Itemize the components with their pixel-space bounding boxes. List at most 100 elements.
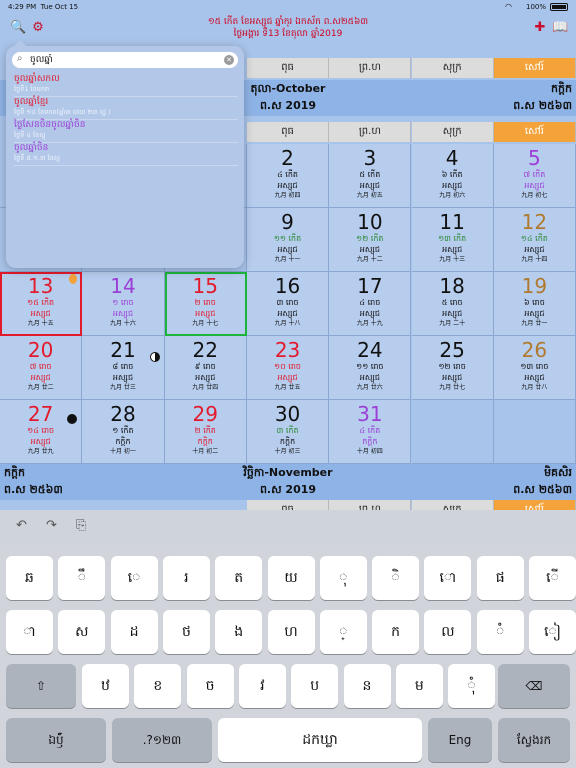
key[interactable]: ឆ <box>6 556 53 600</box>
day-cell[interactable]: 4៦ កើត អស្សុជ 九月 初六 <box>411 144 494 208</box>
key[interactable]: ើ <box>529 556 576 600</box>
day-cell[interactable]: 30 ៣ កើត កក្ដិក 十月 初三 <box>246 400 330 464</box>
key[interactable]: ស <box>58 610 106 654</box>
search-doc-icon[interactable]: 🔍 <box>10 20 26 36</box>
day-cell[interactable]: 23 ១០ រោច អស្សុជ 九月 廿五 <box>246 336 330 400</box>
key[interactable]: ថ <box>162 610 210 654</box>
redo-icon[interactable]: ↷ <box>46 518 57 533</box>
day-cell[interactable]: 15 ២ រោច អស្សុជ 九月 十七 <box>164 272 247 336</box>
search-result-item[interactable]: ថ្ងៃសែនចិនចូលឆ្នាំចិន ថ្ងៃទី ៤ ខែស្ពុ <box>14 120 238 143</box>
shift-key[interactable]: ⇧ <box>6 664 76 708</box>
day-cell[interactable]: 16 ៣ រោច អស្សុជ 九月 十八 <box>246 272 330 336</box>
day-cell[interactable]: 9 ១១ កើត អស្សុជ 九月 十一 <box>246 208 330 272</box>
chinese-date: 九月 十五 <box>27 320 54 327</box>
clear-search-icon[interactable]: ✕ <box>224 55 234 65</box>
gear-icon[interactable]: ⚙ <box>30 20 46 36</box>
backspace-key[interactable]: ⌫ <box>498 664 570 708</box>
key[interactable]: ន <box>343 664 391 708</box>
day-cell[interactable]: 11 ១៣ កើត អស្សុជ 九月 十三 <box>411 208 494 272</box>
day-cell[interactable]: 22 ៩ រោច អស្សុជ 九月 廿四 <box>164 336 247 400</box>
day-cell[interactable]: 18 ៥ រោច អស្សុជ 九月 二十 <box>411 272 494 336</box>
key[interactable]: ង <box>215 610 263 654</box>
day-cell[interactable]: 17 ៤ រោច អស្សុជ 九月 十九 <box>329 272 412 336</box>
day-cell[interactable]: 12 ១៤ កើត អស្សុជ 九月 十四 <box>493 208 576 272</box>
key[interactable]: ំ <box>476 610 524 654</box>
search-popover: ⌕ ✕ ចូលឆ្នាំសកលថ្ងៃទី1 ខែមករាចូលឆ្នាំខ្ម… <box>6 40 244 268</box>
november-prev-lunar-month: កក្ដិក <box>4 466 25 479</box>
lunar-day: ៥ រោច <box>441 298 463 307</box>
day-cell[interactable]: 5៧ កើត អស្សុជ 九月 初七 <box>493 144 576 208</box>
book-icon[interactable]: 📖 <box>552 20 568 36</box>
key[interactable]: ល <box>424 610 472 654</box>
battery-percent: 100% <box>525 3 546 11</box>
weekday-label: ពុធ <box>246 122 330 142</box>
key[interactable]: ុ <box>319 556 367 600</box>
search-result-item[interactable]: ចូលឆ្នាំសកល ថ្ងៃទី1 ខែមករា <box>14 74 238 97</box>
key[interactable]: ច <box>186 664 234 708</box>
key[interactable]: យ <box>267 556 315 600</box>
lunar-day: ១៣ រោច <box>520 362 549 371</box>
key[interactable]: ម <box>395 664 443 708</box>
day-cell[interactable]: 26 ១៣ រោច អស្សុជ 九月 廿八 <box>493 336 576 400</box>
day-cell[interactable]: 14 ១ រោច អស្សុជ 九月 十六 <box>82 272 165 336</box>
key[interactable]: រ <box>162 556 210 600</box>
chinese-date: 九月 十三 <box>439 256 466 263</box>
day-number: 31 <box>357 402 383 426</box>
key[interactable]: ិ <box>372 556 420 600</box>
lunar-month: អស្សុជ <box>442 373 463 382</box>
key[interactable]: ្ <box>319 610 367 654</box>
day-number: 30 <box>274 402 301 426</box>
day-cell[interactable]: 19 ៦ រោច អស្សុជ 九月 廿一 <box>493 272 576 336</box>
key[interactable]: ក <box>372 610 420 654</box>
undo-icon[interactable]: ↶ <box>16 518 27 533</box>
day-cell[interactable]: 28 ១ កើត កក្ដិក 十月 初一 <box>82 400 165 464</box>
key[interactable]: ដ <box>110 610 158 654</box>
day-cell[interactable]: 21 ៨ រោច អស្សុជ 九月 廿三 <box>82 336 165 400</box>
key[interactable]: ុំ <box>448 664 496 708</box>
day-cell[interactable]: 2៤ កើត អស្សុជ 九月 初四 <box>246 144 330 208</box>
day-cell[interactable]: 20 ៧ រោច អស្សុជ 九月 廿二 <box>0 336 83 400</box>
numbers-key[interactable]: .?១២៣ <box>112 718 212 762</box>
search-result-item[interactable]: ចូលឆ្នាំខ្មែរ ថ្ងៃទី ១៤ ខែមករា(ឆ្នាំ៣ ដេយ… <box>14 97 238 120</box>
key[interactable]: ា <box>6 610 53 654</box>
day-number: 19 <box>521 274 548 298</box>
key[interactable]: ោ <box>424 556 472 600</box>
lunar-day: ៤ កើត <box>277 170 298 179</box>
day-cell[interactable]: 27 ១៤ រោច អស្សុជ 九月 廿九 <box>0 400 83 464</box>
day-cell[interactable]: 13 ១៥ កើត អស្សុជ 九月 十五 <box>0 272 83 336</box>
key[interactable]: ឹ <box>58 556 106 600</box>
calendar-cross-icon[interactable]: ✚ <box>532 20 548 36</box>
search-result-item[interactable]: ចូលឆ្នាំចិន ថ្ងៃទី ៥.១.៣ ខែស្ពុ <box>14 143 238 166</box>
day-cell[interactable]: 29 ២ កើត កក្ដិក 十月 初二 <box>164 400 247 464</box>
key[interactable]: េ <box>110 556 158 600</box>
day-cell[interactable]: 31 ៤ កើត កក្ដិក 十月 初四 <box>329 400 412 464</box>
weekday-label: សៅរ៍ <box>493 122 576 142</box>
lunar-day: ៩ រោច <box>194 362 216 371</box>
search-key[interactable]: ស្វែងរក <box>498 718 570 762</box>
day-cell[interactable]: 25 ១២ រោច អស្សុជ 九月 廿七 <box>411 336 494 400</box>
lunar-day: ១១ រោច <box>356 362 384 371</box>
paste-icon[interactable]: ⎘ <box>76 518 86 533</box>
day-cell[interactable]: 10 ១២ កើត អស្សុជ 九月 十二 <box>329 208 412 272</box>
search-icon: ⌕ <box>17 53 23 64</box>
weekday-label: សៅរ៍ <box>493 58 576 78</box>
key[interactable]: ប <box>291 664 339 708</box>
space-key[interactable]: ដកឃ្លា <box>218 718 422 762</box>
key[interactable]: ឋ <box>82 664 129 708</box>
key[interactable]: ត <box>215 556 263 600</box>
key[interactable]: ផ <box>476 556 524 600</box>
language-key[interactable]: Eng <box>428 718 492 762</box>
key[interactable]: ខ <box>134 664 182 708</box>
search-result-subtitle: ថ្ងៃទី1 ខែមករា <box>14 85 50 93</box>
day-cell[interactable]: 3៥ កើត អស្សុជ 九月 初五 <box>329 144 412 208</box>
search-input[interactable] <box>30 53 220 67</box>
chinese-date: 十月 初三 <box>274 448 301 455</box>
lunar-day: ១២ រោច <box>438 362 466 371</box>
lunar-month: អស្សុជ <box>277 181 298 190</box>
key[interactable]: ហ <box>267 610 315 654</box>
lunar-day: ១ រោច <box>112 298 134 307</box>
key[interactable]: វ <box>238 664 286 708</box>
day-cell[interactable]: 24 ១១ រោច អស្សុជ 九月 廿六 <box>329 336 412 400</box>
key[interactable]: ៀ <box>529 610 576 654</box>
symbols-key[interactable]: ឯឫ៍ំ <box>6 718 106 762</box>
